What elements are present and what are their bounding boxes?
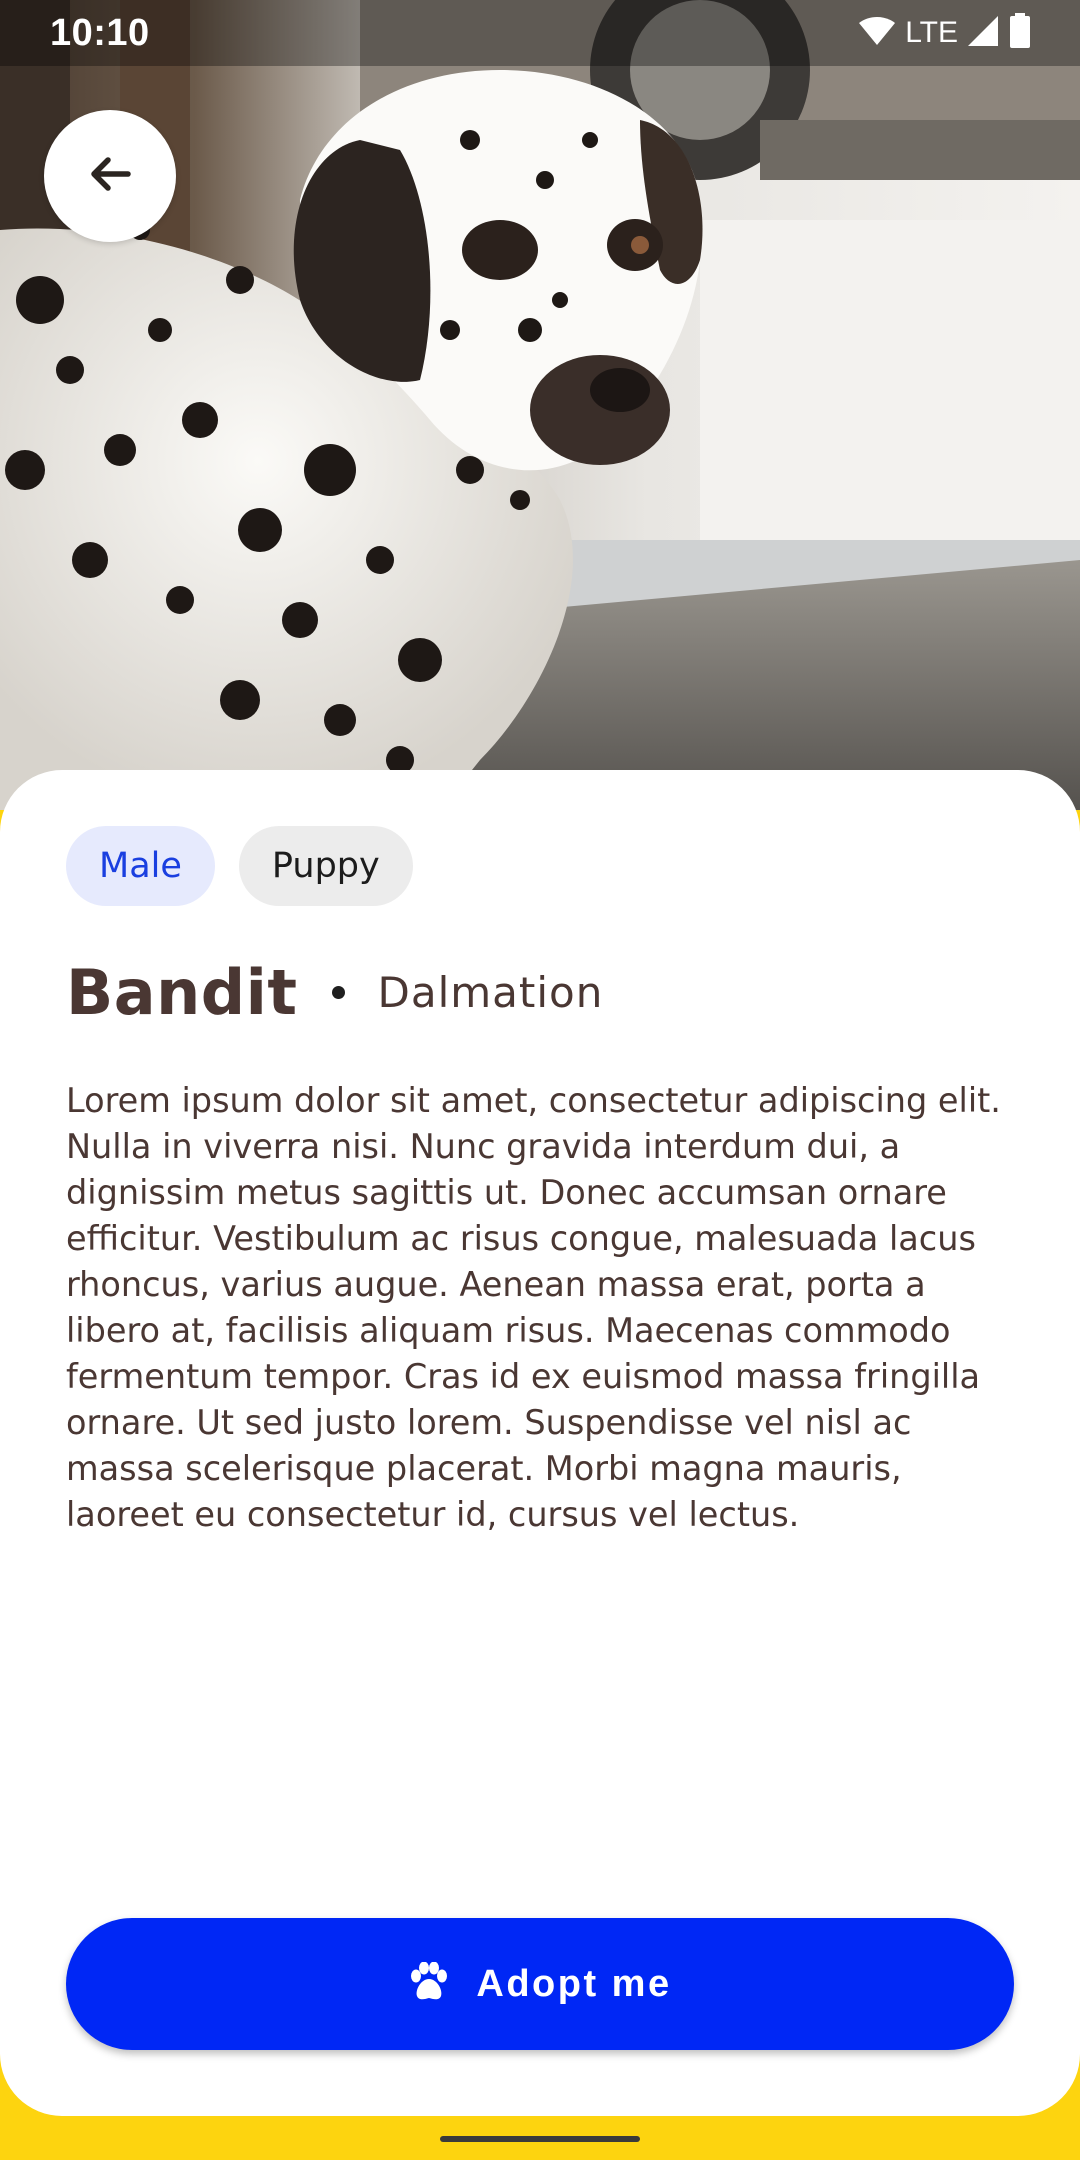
- gesture-nav-handle[interactable]: [440, 2136, 640, 2142]
- pet-title-row: Bandit Dalmation: [66, 956, 603, 1029]
- separator-dot: [331, 986, 345, 999]
- status-icons: LTE: [857, 13, 1032, 53]
- network-type: LTE: [905, 16, 958, 49]
- battery-icon: [1008, 13, 1032, 53]
- adopt-button[interactable]: Adopt me: [66, 1918, 1014, 2050]
- status-time: 10:10: [50, 11, 150, 54]
- paw-icon: [408, 1961, 450, 2006]
- pet-description: Lorem ipsum dolor sit amet, consectetur …: [66, 1081, 1001, 1534]
- dalmatian-photo: [0, 0, 1080, 810]
- adopt-button-label: Adopt me: [476, 1962, 672, 2005]
- tag-age[interactable]: Puppy: [238, 826, 413, 906]
- status-bar: 10:10 LTE: [0, 0, 1080, 66]
- back-button[interactable]: [44, 110, 176, 242]
- tag-gender[interactable]: Male: [66, 826, 215, 906]
- wifi-icon: [857, 15, 897, 51]
- pet-name: Bandit: [66, 956, 298, 1029]
- cell-signal-icon: [966, 14, 1000, 52]
- arrow-left-icon: [86, 150, 134, 202]
- pet-detail-sheet: Male Puppy Bandit Dalmation Lorem ipsum …: [0, 770, 1080, 2116]
- pet-tags: Male Puppy: [66, 826, 413, 906]
- pet-breed: Dalmation: [377, 968, 604, 1017]
- hero-image: [0, 0, 1080, 810]
